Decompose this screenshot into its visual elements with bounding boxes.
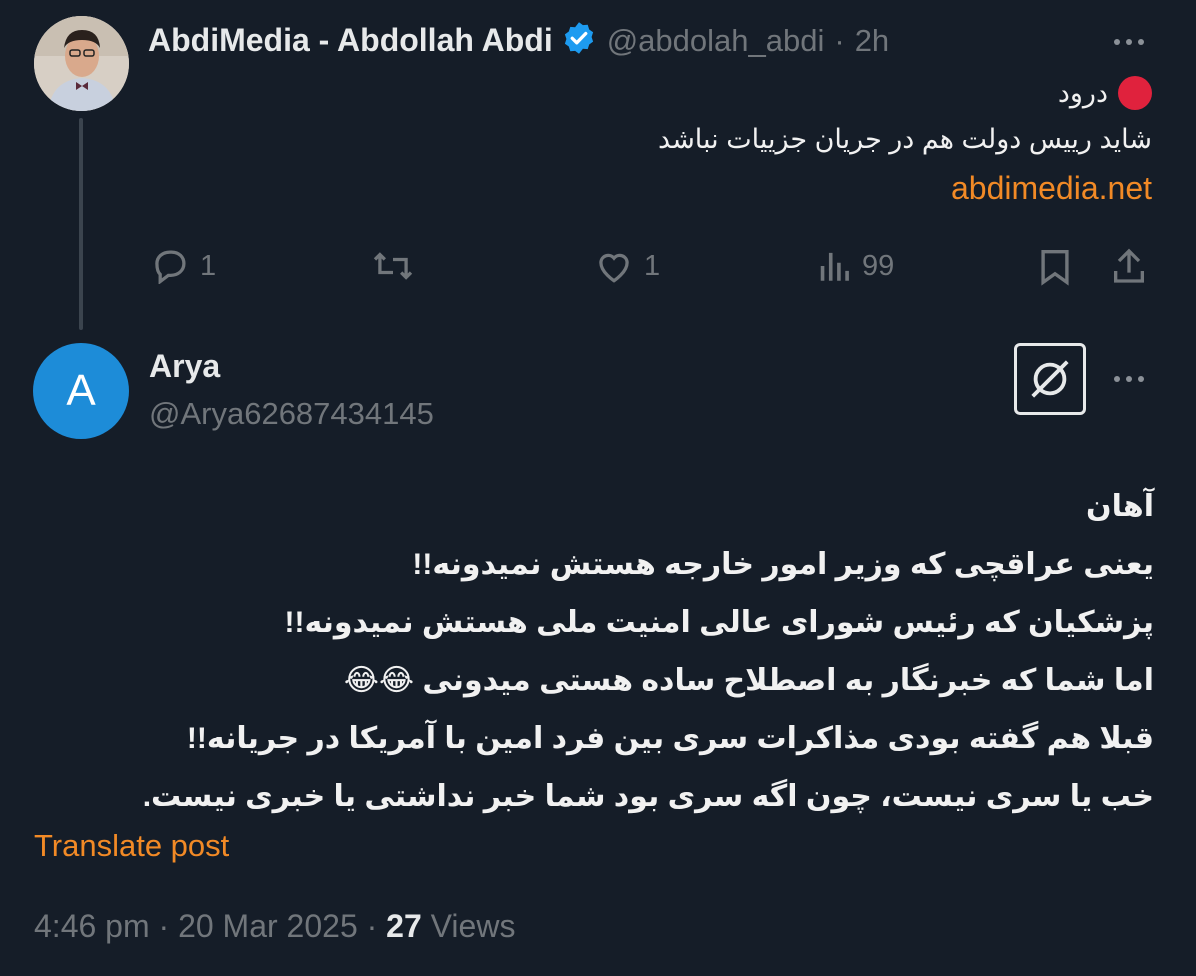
views-icon <box>820 252 849 281</box>
tweet2-line-6: خب یا سری نیست، چون اگه سری بود شما خبر … <box>142 780 1154 813</box>
grok-button[interactable] <box>1014 343 1086 415</box>
tweet2-time[interactable]: 4:46 pm <box>34 908 150 944</box>
tweet2-line-5: قبلا هم گفته بودی مذاکرات سری بین فرد ام… <box>186 722 1154 755</box>
tweet2-line-2: یعنی عراقچی که وزیر امور خارجه هستش نمید… <box>412 548 1154 581</box>
tweet2-line-4: اما شما که خبرنگار به اصطلاح ساده هستی م… <box>343 664 1154 697</box>
translate-post-link[interactable]: Translate post <box>34 828 229 864</box>
reply-icon <box>155 250 186 284</box>
like-icon <box>599 253 629 283</box>
reply-count: 1 <box>200 249 217 282</box>
bookmark-button[interactable] <box>1038 248 1072 286</box>
tweet1-line-2: شاید رییس دولت هم در جریان جزییات نباشد <box>658 124 1152 154</box>
tweet2-line-3: پزشکیان که رئیس شورای عالی امنیت ملی هست… <box>284 606 1154 639</box>
tweet2-body: آهان یعنی عراقچی که وزیر امور خارجه هستش… <box>54 478 1154 826</box>
tweet1-more-icon[interactable] <box>1114 39 1144 45</box>
red-circle-emoji <box>1118 76 1152 110</box>
share-button[interactable] <box>1110 246 1148 286</box>
tweet2-more-icon[interactable] <box>1114 376 1144 382</box>
tweet1-time[interactable]: 2h <box>855 23 889 59</box>
tweet1-handle[interactable]: @abdolah_abdi <box>607 23 825 59</box>
share-icon <box>1114 248 1144 283</box>
tweet2-meta: 4:46 pm · 20 Mar 2025 · 27 Views <box>34 908 516 944</box>
reply-button[interactable]: 1 <box>150 248 216 284</box>
tweet2-date[interactable]: 20 Mar 2025 <box>178 908 358 944</box>
views-button[interactable]: 99 <box>816 248 894 284</box>
tweet2-handle[interactable]: @Arya62687434145 <box>149 396 434 432</box>
like-button[interactable]: 1 <box>594 248 660 284</box>
tweet1-header: AbdiMedia - Abdollah Abdi @abdolah_abdi … <box>148 20 889 61</box>
thread-connector-line <box>79 118 83 330</box>
tweet2-display-name[interactable]: Arya <box>149 348 220 385</box>
tweet2-views-count: 27 <box>386 908 422 944</box>
verified-badge-icon <box>561 20 597 61</box>
tweet1-link[interactable]: abdimedia.net <box>951 170 1152 207</box>
tweet1-separator: · <box>834 22 845 58</box>
avatar-arya[interactable]: A <box>33 343 129 439</box>
like-count: 1 <box>644 249 661 282</box>
tweet2-views-label: Views <box>430 908 516 944</box>
views-count: 99 <box>862 249 895 282</box>
repost-button[interactable] <box>370 248 426 284</box>
bookmark-icon <box>1041 250 1069 286</box>
tweet1-line-1: درود <box>1058 76 1152 110</box>
repost-icon <box>373 252 413 280</box>
tweet1-display-name[interactable]: AbdiMedia - Abdollah Abdi <box>148 22 553 59</box>
avatar-abdimedia[interactable] <box>34 16 129 111</box>
grok-icon <box>1031 360 1069 398</box>
tweet2-line-1: آهان <box>1086 490 1154 523</box>
